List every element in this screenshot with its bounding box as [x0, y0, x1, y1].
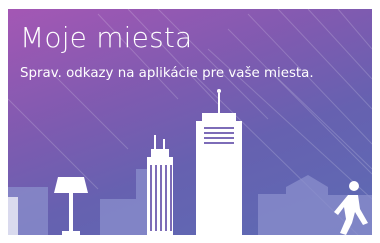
lamp-icon	[54, 177, 88, 235]
city-skyline-illustration	[8, 89, 372, 235]
main-skyscraper	[196, 89, 242, 235]
striped-tower	[147, 135, 173, 235]
my-places-card[interactable]: Moje miesta Sprav. odkazy na aplikácie p…	[8, 9, 372, 235]
